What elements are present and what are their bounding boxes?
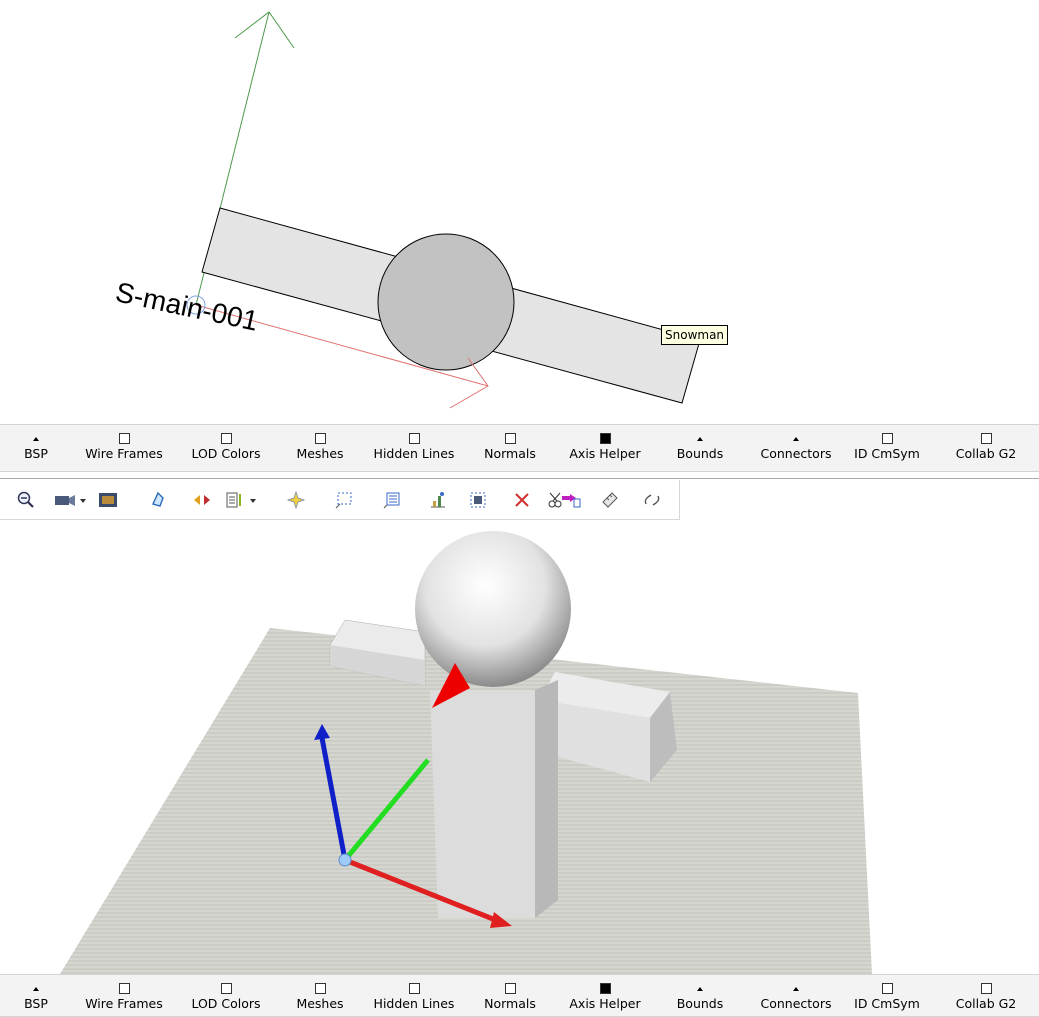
checkbox[interactable] [931, 981, 1039, 996]
toggle-normals[interactable]: Normals [455, 431, 565, 462]
toggle-label: Axis Helper [569, 996, 641, 1011]
toggle-normals[interactable]: Normals [455, 981, 565, 1012]
checkbox[interactable] [455, 981, 565, 996]
toggle-id-cmsym[interactable]: ID CmSym [832, 431, 942, 462]
select-shape-icon[interactable] [146, 488, 170, 512]
ruler-icon[interactable] [598, 488, 622, 512]
top-2d-viewport[interactable]: S-main-001 Snowman [0, 0, 1039, 424]
head-sphere [415, 531, 571, 687]
toggle-collab-g2[interactable]: Collab G2 [931, 431, 1039, 462]
toggle-collab-g2[interactable]: Collab G2 [931, 981, 1039, 1012]
display-options-bar-top: BSP Wire Frames LOD Colors Meshes Hidden Lin… [0, 424, 1039, 472]
checkbox[interactable] [550, 981, 660, 996]
checkbox[interactable] [69, 981, 179, 996]
link-break-icon[interactable] [640, 488, 664, 512]
zoom-out-icon[interactable] [14, 488, 38, 512]
toggle-wire-frames[interactable]: Wire Frames [69, 431, 179, 462]
toggle-label: Bounds [676, 996, 724, 1011]
expand-triangle-icon[interactable] [645, 431, 755, 446]
graph-icon[interactable] [426, 488, 450, 512]
camera-dropdown-icon[interactable] [50, 488, 90, 512]
toggle-label: Wire Frames [85, 446, 163, 461]
viewport-divider [0, 478, 1039, 479]
expand-triangle-icon[interactable] [645, 981, 755, 996]
display-options-bar-bottom: BSP Wire Frames LOD Colors Meshes Hidden Lin… [0, 974, 1039, 1017]
cut-paste-icon[interactable] [544, 488, 584, 512]
checkbox[interactable] [832, 981, 942, 996]
axis-helper-origin [338, 853, 352, 867]
toggle-label: Hidden Lines [373, 996, 455, 1011]
toggle-axis-helper[interactable]: Axis Helper [550, 981, 660, 1012]
sparkle-add-icon[interactable] [284, 488, 308, 512]
toggle-label: Wire Frames [85, 996, 163, 1011]
body-column [430, 690, 535, 918]
toggle-label: ID CmSym [854, 996, 920, 1011]
checkbox[interactable] [832, 431, 942, 446]
checkbox[interactable] [69, 431, 179, 446]
top-view-canvas[interactable] [0, 0, 1039, 424]
scene-3d-canvas[interactable] [0, 520, 1039, 974]
list-edit-icon[interactable] [380, 488, 404, 512]
bottom-3d-viewport[interactable] [0, 520, 1039, 974]
toggle-hidden-lines[interactable]: Hidden Lines [359, 981, 469, 1012]
fit-view-icon[interactable] [466, 488, 490, 512]
body-circle-shape [377, 233, 515, 371]
checkbox[interactable] [359, 431, 469, 446]
toggle-label: Hidden Lines [373, 446, 455, 461]
toggle-label: Bounds [676, 446, 724, 461]
toggle-label: Collab G2 [955, 996, 1017, 1011]
toggle-bounds[interactable]: Bounds [645, 981, 755, 1012]
toggle-label: Axis Helper [569, 446, 641, 461]
toggle-id-cmsym[interactable]: ID CmSym [832, 981, 942, 1012]
select-rectangle-icon[interactable] [332, 488, 356, 512]
toggle-wire-frames[interactable]: Wire Frames [69, 981, 179, 1012]
toggle-label: Collab G2 [955, 446, 1017, 461]
layers-dropdown-icon[interactable] [222, 488, 262, 512]
viewport-toolbar [0, 480, 680, 520]
toggle-label: Normals [484, 446, 536, 461]
checkbox[interactable] [550, 431, 660, 446]
object-tooltip: Snowman [661, 325, 729, 345]
checkbox[interactable] [359, 981, 469, 996]
render-image-icon[interactable] [96, 488, 120, 512]
checkbox[interactable] [455, 431, 565, 446]
toggle-axis-helper[interactable]: Axis Helper [550, 431, 660, 462]
delete-icon[interactable] [510, 488, 534, 512]
toggle-label: Normals [484, 996, 536, 1011]
horizontal-flip-icon[interactable] [190, 488, 214, 512]
toggle-label: ID CmSym [854, 446, 920, 461]
checkbox[interactable] [931, 431, 1039, 446]
toggle-hidden-lines[interactable]: Hidden Lines [359, 431, 469, 462]
toggle-bounds[interactable]: Bounds [645, 431, 755, 462]
